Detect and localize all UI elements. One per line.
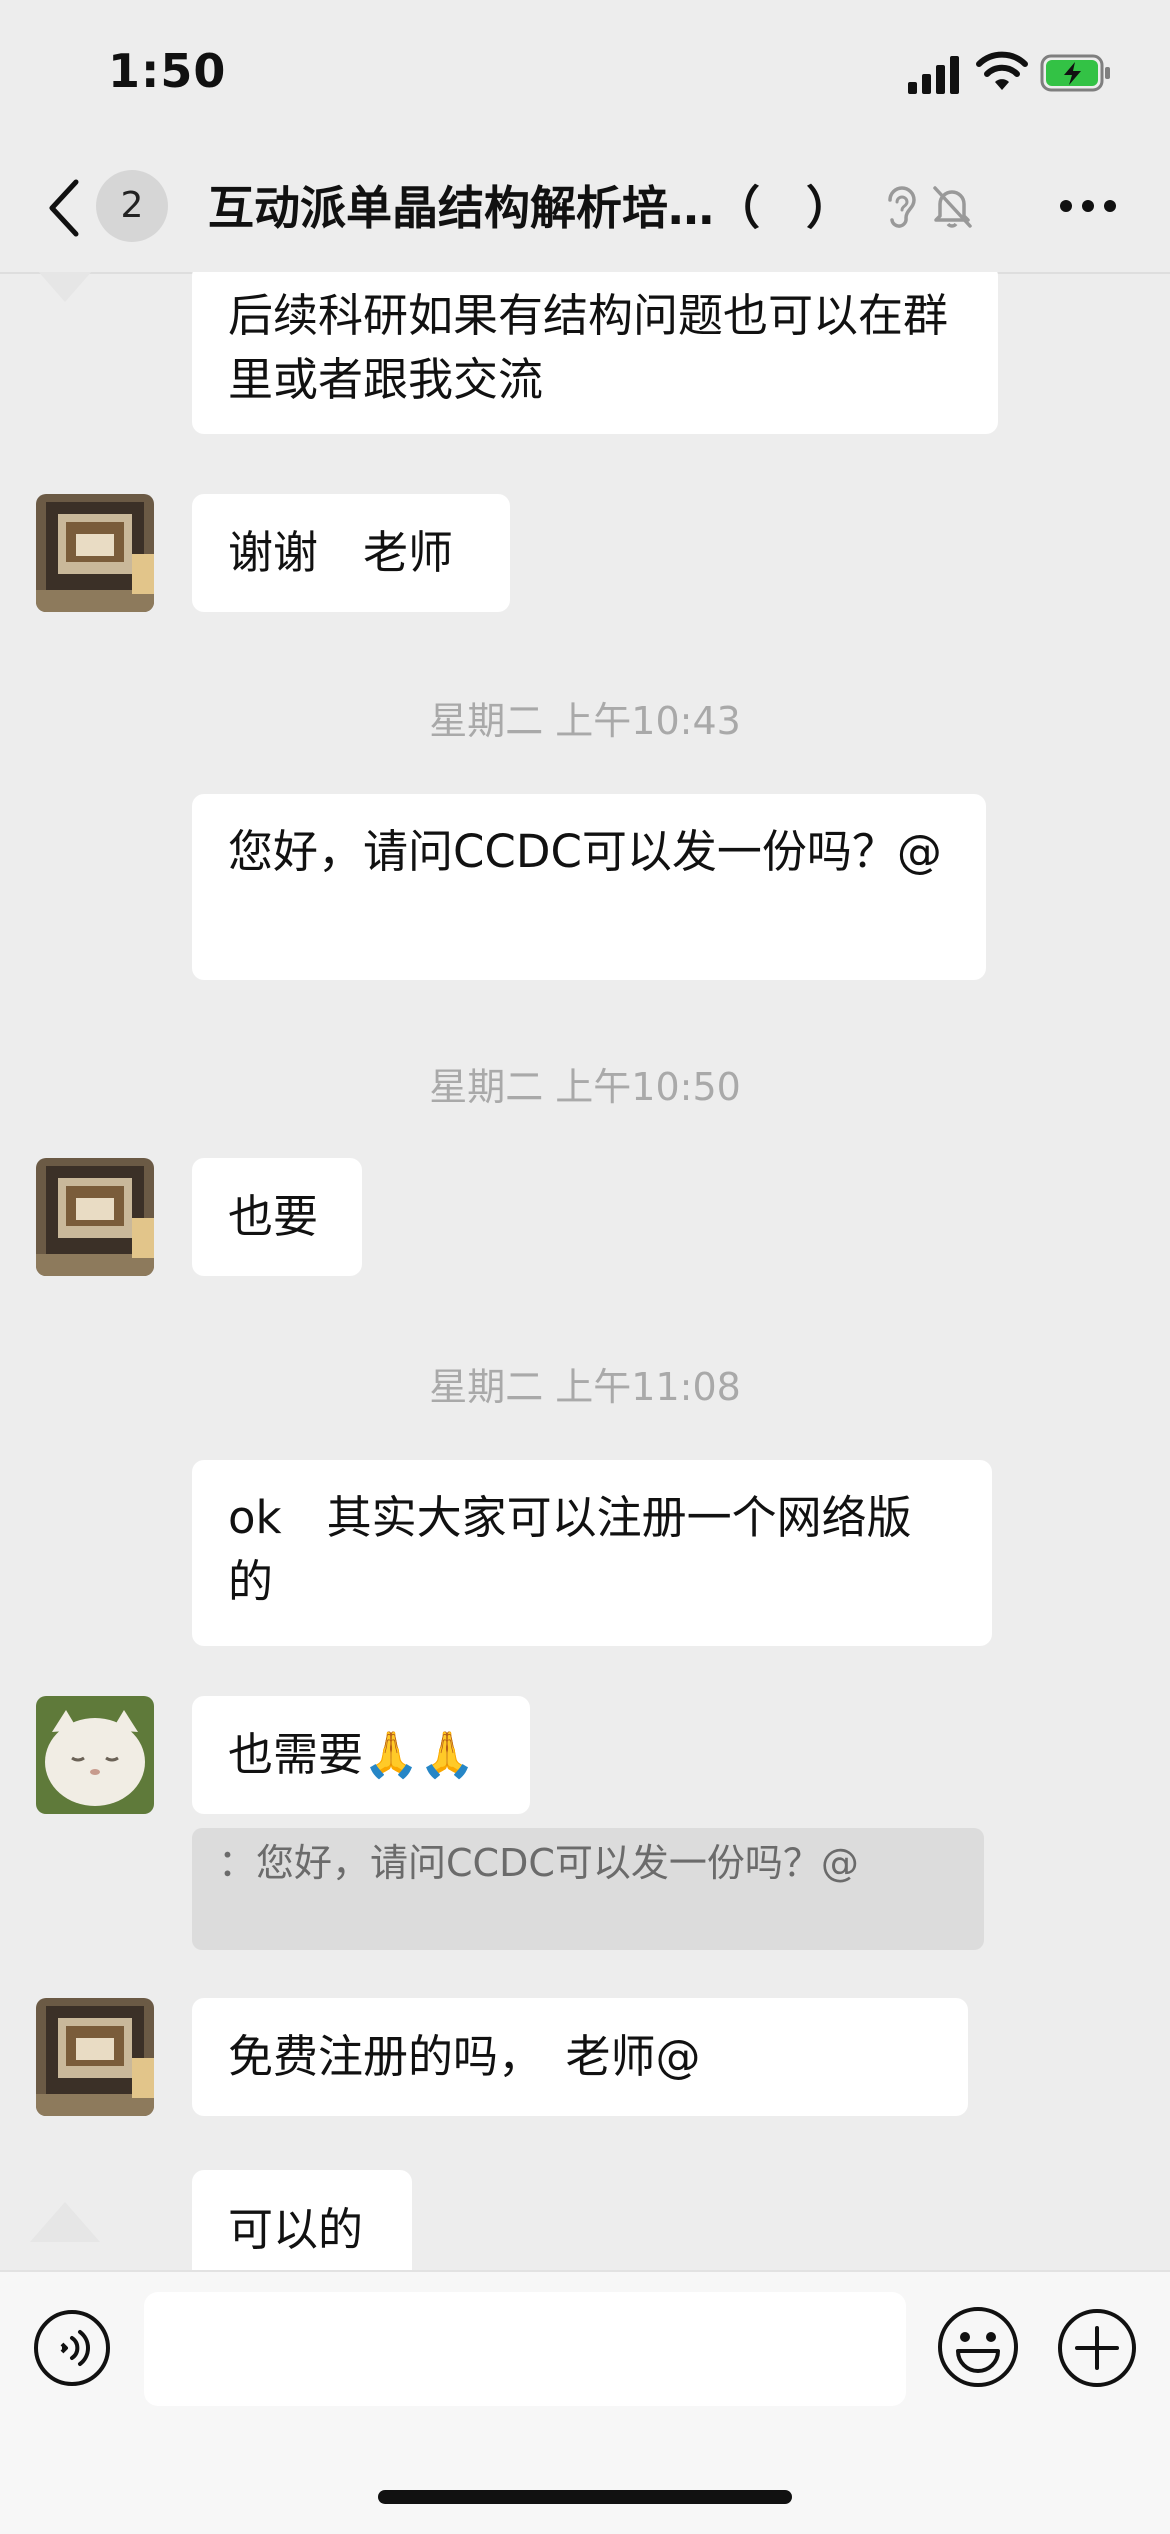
status-time: 1:50 [108, 44, 227, 98]
avatar-faded [30, 2202, 100, 2242]
plus-icon[interactable] [1056, 2307, 1138, 2389]
message-bubble[interactable]: 谢谢 老师 [192, 494, 510, 612]
cat-avatar-icon [36, 1696, 154, 1814]
message-text: 谢谢 老师 [228, 526, 454, 579]
message-bubble[interactable]: 免费注册的吗， 老师@ [192, 1998, 968, 2116]
mute-bell-icon [933, 186, 972, 228]
avatar-image-icon [36, 1998, 154, 2116]
message-text: 您好，请问CCDC可以发一份吗？@ [228, 825, 942, 878]
timestamp: 星期二 上午10:43 [429, 699, 741, 743]
home-indicator[interactable] [378, 2490, 792, 2504]
ear-icon [888, 186, 916, 228]
message-text: 可以的 [228, 2203, 364, 2256]
emoji-icon[interactable] [936, 2305, 1020, 2389]
chat-title[interactable]: 互动派单晶结构解析培…（ ） [208, 178, 898, 238]
signal-icon [908, 56, 959, 94]
message-text: 免费注册的吗， 老师@ [228, 2030, 701, 2083]
message-bubble[interactable]: ok 其实大家可以注册一个网络版的 [192, 1460, 992, 1646]
avatar-image-icon [36, 494, 154, 612]
message-input[interactable] [144, 2292, 906, 2406]
avatar-image-icon [36, 1158, 154, 1276]
avatar[interactable] [36, 1696, 154, 1814]
message-text: 也需要🙏🙏 [228, 1728, 476, 1781]
message-list[interactable]: 后续科研如果有结构问题也可以在群里或者跟我交流 谢谢 老师 星期二 上午10:4… [0, 272, 1170, 2270]
avatar-faded [38, 272, 92, 302]
avatar[interactable] [36, 494, 154, 612]
more-icon[interactable] [1058, 198, 1118, 214]
timestamp: 星期二 上午11:08 [429, 1365, 741, 1409]
quote-text: ：您好，请问CCDC可以发一份吗？@ [218, 1841, 859, 1885]
status-bar: 1:50 [0, 0, 1170, 150]
timestamp: 星期二 上午10:50 [429, 1065, 741, 1109]
back-chevron-icon[interactable] [42, 176, 86, 240]
voice-icon[interactable] [32, 2308, 112, 2388]
message-text: 也要 [228, 1190, 319, 1243]
message-text: 后续科研如果有结构问题也可以在群里或者跟我交流 [228, 289, 949, 406]
message-bubble[interactable]: 可以的 [192, 2170, 412, 2270]
message-bubble[interactable]: 后续科研如果有结构问题也可以在群里或者跟我交流 [192, 272, 998, 434]
avatar[interactable] [36, 1998, 154, 2116]
wifi-icon [976, 51, 1028, 90]
quoted-message[interactable]: ：您好，请问CCDC可以发一份吗？@ [192, 1828, 984, 1950]
message-bubble[interactable]: 也需要🙏🙏 [192, 1696, 530, 1814]
unread-badge[interactable]: 2 [96, 170, 168, 242]
avatar[interactable] [36, 1158, 154, 1276]
message-bubble[interactable]: 您好，请问CCDC可以发一份吗？@ [192, 794, 986, 980]
battery-icon [1040, 54, 1110, 92]
message-text: ok 其实大家可以注册一个网络版的 [228, 1491, 912, 1608]
message-bubble[interactable]: 也要 [192, 1158, 362, 1276]
